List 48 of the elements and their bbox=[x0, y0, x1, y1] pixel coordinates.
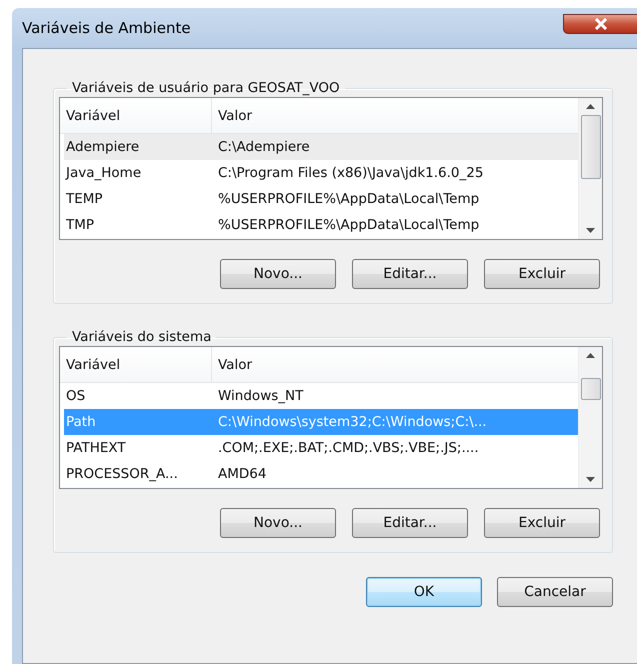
scrollbar-thumb[interactable] bbox=[580, 378, 600, 400]
variable-name: Java_Home bbox=[64, 164, 142, 183]
variable-value: .COM;.EXE;.BAT;.CMD;.VBS;.VBE;.JS;.... bbox=[217, 439, 480, 458]
column-header[interactable]: Variável bbox=[60, 98, 212, 133]
scrollbar-thumb[interactable] bbox=[580, 115, 600, 179]
variable-name: PATHEXT bbox=[65, 439, 127, 458]
dialog-button[interactable]: Editar... bbox=[352, 508, 468, 538]
dialog-button[interactable]: Cancelar bbox=[497, 577, 613, 607]
variable-value: %USERPROFILE%\AppData\Local\Temp bbox=[217, 190, 480, 209]
variable-name: OS bbox=[65, 387, 86, 406]
dialog-button[interactable]: Novo... bbox=[220, 508, 336, 538]
list-row[interactable]: OS Windows_NT bbox=[64, 383, 578, 409]
dialog-button[interactable]: Novo... bbox=[220, 259, 336, 289]
close-button[interactable] bbox=[563, 14, 637, 34]
list-row[interactable]: PATHEXT .COM;.EXE;.BAT;.CMD;.VBS;.VBE;.JS;.... bbox=[64, 435, 578, 461]
variable-name: Adempiere bbox=[65, 138, 140, 157]
group-title: Variáveis do sistema bbox=[71, 328, 212, 346]
variable-value: AMD64 bbox=[217, 465, 268, 484]
scroll-down-icon[interactable] bbox=[586, 477, 595, 482]
variable-value: C:\Windows\system32;C:\Windows;C:\... bbox=[217, 413, 488, 432]
dialog-button[interactable]: Excluir bbox=[484, 259, 600, 289]
scroll-down-icon[interactable] bbox=[586, 228, 595, 233]
variable-value: %USERPROFILE%\AppData\Local\Temp bbox=[217, 216, 480, 235]
list-row[interactable]: Java_Home C:\Program Files (x86)\Java\jdk1.6.0_25 bbox=[64, 160, 578, 186]
variable-name: Path bbox=[65, 413, 97, 432]
scroll-up-icon[interactable] bbox=[586, 353, 595, 358]
scroll-up-icon[interactable] bbox=[586, 104, 595, 109]
scrollbar[interactable] bbox=[578, 347, 602, 488]
list-row[interactable]: TEMP %USERPROFILE%\AppData\Local\Temp bbox=[64, 186, 578, 212]
list-row[interactable]: PROCESSOR_A... AMD64 bbox=[64, 461, 578, 487]
variable-name: TEMP bbox=[65, 190, 104, 209]
window-title: Variáveis de Ambiente bbox=[22, 18, 191, 36]
variable-value: C:\Adempiere bbox=[217, 138, 311, 157]
close-icon bbox=[594, 18, 608, 30]
dialog-button[interactable]: Excluir bbox=[484, 508, 600, 538]
variable-value: C:\Program Files (x86)\Java\jdk1.6.0_25 bbox=[217, 164, 484, 183]
variable-name: TMP bbox=[65, 216, 96, 235]
variable-name: PROCESSOR_A... bbox=[65, 465, 179, 484]
column-header[interactable]: Valor bbox=[212, 347, 578, 382]
column-header[interactable]: Variável bbox=[60, 347, 212, 382]
scrollbar[interactable] bbox=[578, 98, 602, 239]
dialog-button[interactable]: OK bbox=[366, 577, 482, 607]
list-row[interactable]: Adempiere C:\Adempiere bbox=[64, 134, 578, 160]
dialog-button[interactable]: Editar... bbox=[352, 259, 468, 289]
list-row[interactable]: TMP %USERPROFILE%\AppData\Local\Temp bbox=[64, 212, 578, 238]
column-header[interactable]: Valor bbox=[212, 98, 578, 133]
group-title: Variáveis de usuário para GEOSAT_VOO bbox=[71, 79, 341, 97]
variable-value: Windows_NT bbox=[217, 387, 304, 406]
